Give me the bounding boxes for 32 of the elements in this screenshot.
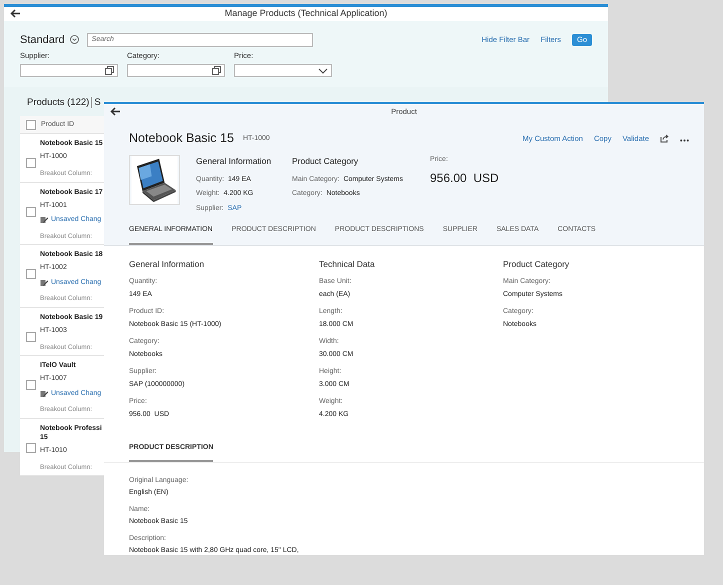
checkbox[interactable]	[26, 332, 36, 342]
chevron-down-icon[interactable]	[318, 68, 328, 74]
draft-icon	[40, 390, 48, 398]
draft-icon	[40, 216, 48, 224]
back-arrow-icon[interactable]	[10, 9, 21, 18]
value-help-icon[interactable]	[105, 66, 114, 76]
checkbox[interactable]	[26, 158, 36, 168]
more-icon[interactable]	[680, 138, 689, 142]
section-title: Technical Data	[319, 258, 376, 270]
value-help-icon[interactable]	[212, 66, 221, 76]
share-icon[interactable]	[660, 134, 669, 143]
checkbox[interactable]	[26, 443, 36, 453]
object-title: Notebook Basic 15	[129, 130, 234, 147]
window-title: Manage Products (Technical Application)	[224, 7, 388, 20]
price-value: 956.00 USD	[430, 170, 499, 188]
dropdown-field[interactable]	[234, 64, 332, 78]
table-title: Products (122)	[27, 96, 90, 110]
back-arrow-icon[interactable]	[110, 107, 121, 116]
tab-label[interactable]: S	[94, 96, 101, 110]
checkbox[interactable]	[26, 206, 36, 216]
checkbox[interactable]	[26, 120, 36, 130]
group-title: General Information	[196, 154, 272, 168]
section-title: Product Category	[503, 258, 570, 270]
draft-icon	[40, 279, 48, 287]
group-title: Product Category	[292, 154, 360, 168]
input-field[interactable]	[20, 64, 118, 78]
checkbox[interactable]	[26, 380, 36, 390]
input-field[interactable]	[127, 64, 225, 78]
section-title: General Information	[129, 258, 206, 270]
variant-title: Standard	[20, 32, 65, 48]
checkbox[interactable]	[26, 269, 36, 280]
dropdown-circle-icon[interactable]	[70, 35, 79, 44]
